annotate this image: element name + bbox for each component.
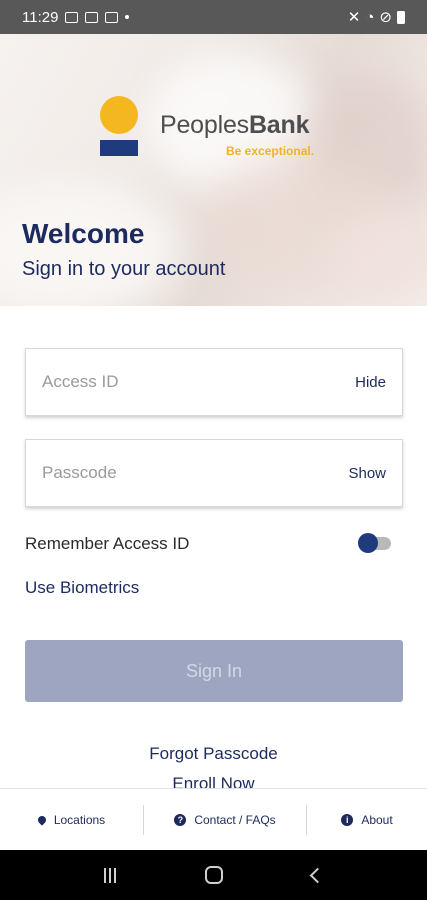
info-circle-icon: i — [341, 813, 354, 826]
status-time: 11:29 — [22, 8, 59, 26]
use-biometrics-link[interactable]: Use Biometrics — [25, 578, 139, 598]
brand-name-part1: Peoples — [160, 111, 249, 139]
forgot-passcode-link[interactable]: Forgot Passcode — [0, 744, 427, 764]
enroll-now-clip: Enroll Now — [0, 774, 427, 788]
do-not-disturb-icon: ⊘ — [379, 9, 392, 26]
footer-nav: Locations ? Contact / FAQs i About — [0, 788, 427, 850]
footer-about[interactable]: i About — [307, 805, 427, 835]
hide-access-id-button[interactable]: Hide — [355, 374, 386, 391]
brand-tagline: Be exceptional. — [226, 144, 315, 158]
page-title: Welcome — [22, 218, 145, 249]
home-icon[interactable] — [204, 866, 223, 884]
sign-in-button[interactable]: Sign In — [25, 640, 403, 702]
brand-name: PeoplesBank — [160, 111, 309, 140]
mute-icon: ✕ — [347, 9, 361, 26]
gallery-notification-icon — [65, 11, 79, 23]
footer-locations-label: Locations — [53, 812, 106, 827]
mail-notification-icon-2 — [105, 11, 119, 23]
remember-access-id-label: Remember Access ID — [25, 534, 190, 553]
footer-contact-faqs[interactable]: ? Contact / FAQs — [144, 804, 307, 835]
hero-banner: PeoplesBank Be exceptional. Welcome Sign… — [0, 34, 427, 306]
show-passcode-button[interactable]: Show — [348, 465, 386, 482]
toggle-thumb — [358, 533, 378, 553]
footer-about-label: About — [361, 812, 393, 827]
remember-access-id-toggle[interactable] — [358, 533, 391, 553]
logo-sun-icon — [100, 96, 138, 134]
access-id-input[interactable] — [42, 372, 322, 392]
brand-name-part2: Bank — [248, 111, 310, 139]
location-pin-icon — [36, 813, 48, 826]
passcode-input[interactable] — [42, 463, 322, 483]
enroll-now-link[interactable]: Enroll Now — [0, 774, 427, 788]
status-left: 11:29 — [22, 8, 130, 26]
more-notifications-dot-icon — [125, 15, 130, 19]
status-right: ✕ ◔ ⊘ — [348, 8, 405, 26]
footer-contact-label: Contact / FAQs — [194, 812, 276, 827]
back-icon[interactable] — [309, 867, 325, 883]
page-subtitle: Sign in to your account — [22, 258, 226, 280]
recents-icon[interactable] — [104, 867, 117, 883]
help-circle-icon: ? — [174, 813, 187, 826]
mail-notification-icon — [85, 11, 99, 23]
system-nav-bar — [0, 850, 427, 900]
wifi-icon: ◔ — [365, 8, 375, 26]
battery-icon — [397, 10, 405, 24]
passcode-field[interactable]: Show — [25, 439, 403, 507]
logo-bar-icon — [100, 140, 138, 156]
footer-locations[interactable]: Locations — [0, 804, 144, 835]
status-bar: 11:29 ✕ ◔ ⊘ — [0, 0, 427, 34]
access-id-field[interactable]: Hide — [25, 348, 403, 416]
